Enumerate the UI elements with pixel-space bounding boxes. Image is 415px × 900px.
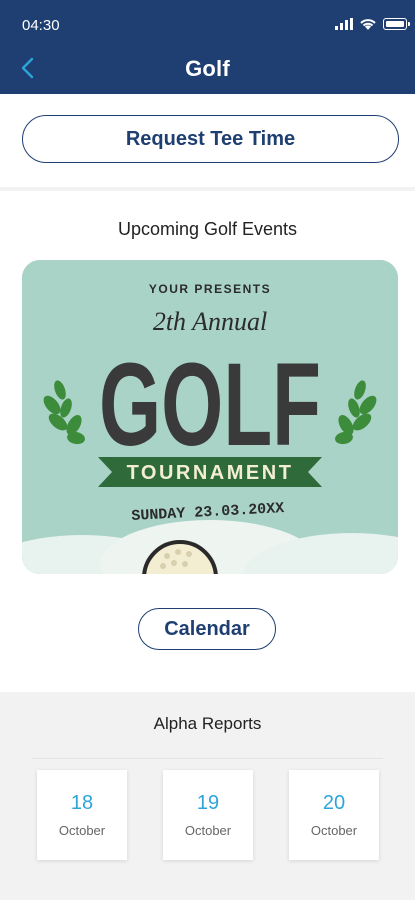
report-card[interactable]: 18 October [37,770,127,860]
app-header: 04:30 Golf [0,0,415,94]
report-day: 20 [322,791,346,814]
status-icons [335,17,410,31]
poster-main-title: GOLF [99,339,321,471]
report-card[interactable]: 20 October [289,770,379,860]
status-time: 04:30 [22,17,60,34]
poster-artwork: YOUR PRESENTS 2th Annual GOLF TOURNAMENT… [22,260,398,574]
report-day: 19 [196,791,220,814]
calendar-button[interactable]: Calendar [138,608,276,650]
request-tee-time-button[interactable]: Request Tee Time [22,115,399,163]
poster-banner: TOURNAMENT [127,462,294,484]
poster-annual: 2th Annual [153,307,267,336]
golf-tournament-poster[interactable]: YOUR PRESENTS 2th Annual GOLF TOURNAMENT… [22,260,398,574]
section-divider [0,187,415,191]
reports-divider [32,758,383,759]
alpha-reports-title: Alpha Reports [153,714,262,733]
upcoming-events-heading: Upcoming Golf Events [117,219,298,239]
report-card[interactable]: 19 October [163,770,253,860]
signal-icon [335,18,353,30]
report-month: October [184,822,232,838]
page-title: Golf [185,56,230,81]
report-day: 18 [70,791,94,814]
report-month: October [310,822,358,838]
report-month: October [58,822,106,838]
wifi-icon [360,19,376,30]
alpha-reports-section: Alpha Reports 18 October 19 October 20 O… [0,692,415,900]
poster-presenter: YOUR PRESENTS [149,282,271,296]
battery-icon [383,18,410,30]
